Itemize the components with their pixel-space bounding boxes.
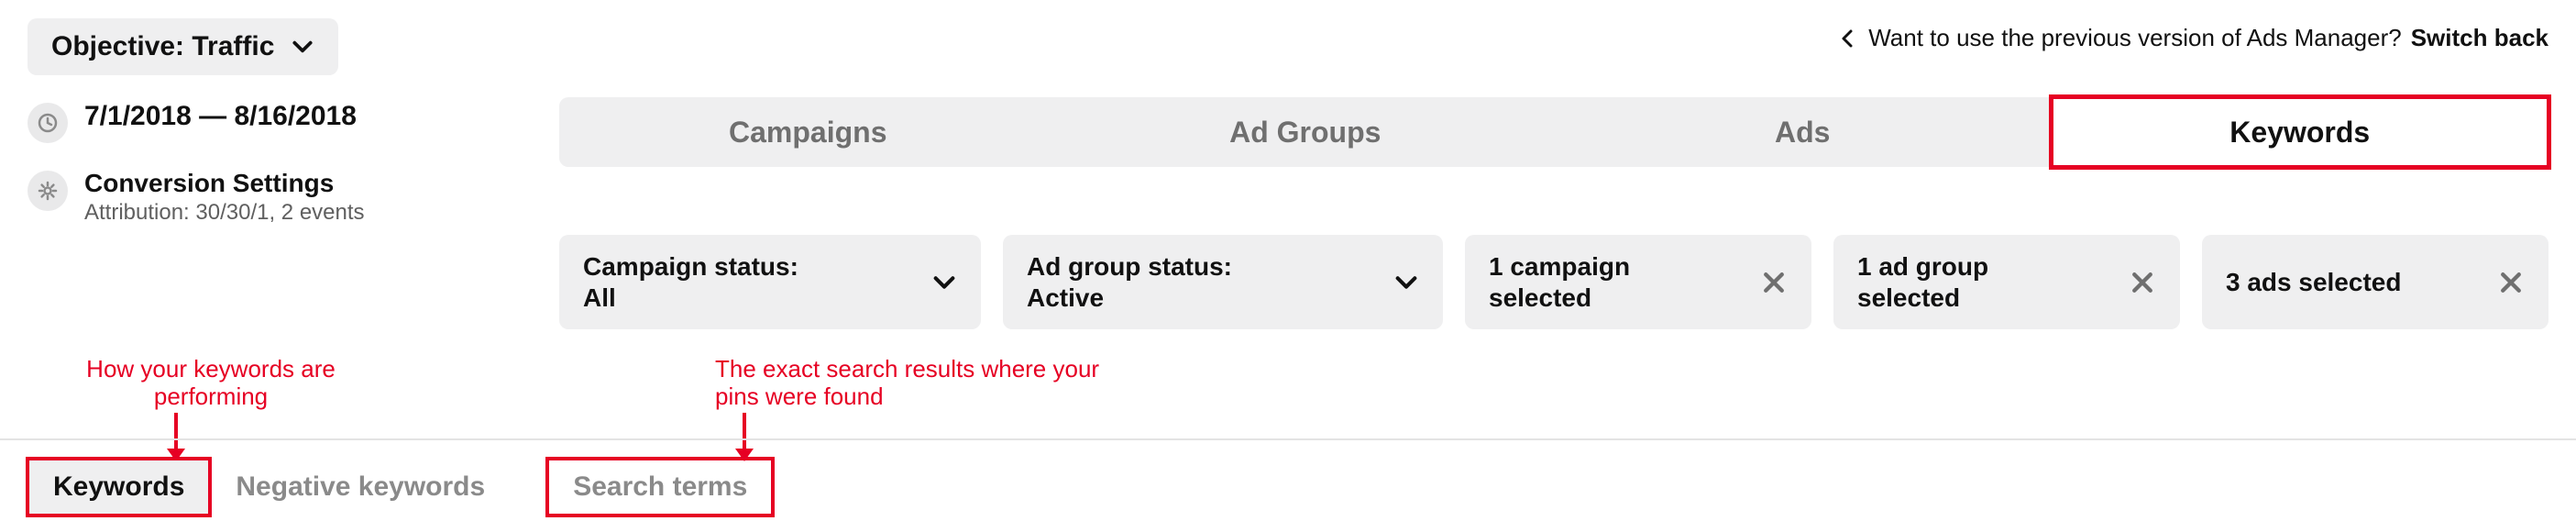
ad-group-status-label: Ad group status: [1027,251,1232,283]
main-tab-strip: Campaigns Ad Groups Ads Keywords [559,97,2548,167]
conversion-settings-title: Conversion Settings [84,169,365,198]
chevron-down-icon [931,270,957,295]
selected-ads-label: 3 ads selected [2226,268,2401,296]
clock-icon [28,103,68,143]
divider [0,438,2576,440]
selected-campaign-chip[interactable]: 1 campaign selected [1465,235,1811,329]
ad-group-status-filter[interactable]: Ad group status: Active [1003,235,1443,329]
switch-back-bar: Want to use the previous version of Ads … [1837,24,2548,52]
date-range: 7/1/2018 — 8/16/2018 [84,101,357,132]
selected-ads-chip[interactable]: 3 ads selected [2202,235,2548,329]
objective-label: Objective: Traffic [51,31,274,62]
selected-campaign-label: 1 campaign selected [1489,252,1630,312]
close-icon[interactable] [2497,269,2525,296]
annotation-arrow [174,413,178,460]
tab-ad-groups[interactable]: Ad Groups [1057,97,1555,167]
annotation-arrow [743,413,746,460]
selected-ad-group-label: 1 ad group selected [1857,252,1988,312]
sub-tab-strip: Keywords Negative keywords Search terms [28,459,773,515]
tab-ads[interactable]: Ads [1554,97,2052,167]
campaign-status-value: All [583,283,798,314]
gear-icon [28,171,68,211]
close-icon[interactable] [2129,269,2156,296]
campaign-status-filter[interactable]: Campaign status: All [559,235,981,329]
subtab-keywords[interactable]: Keywords [28,459,210,515]
campaign-status-label: Campaign status: [583,251,798,283]
tab-campaigns[interactable]: Campaigns [559,97,1057,167]
ad-group-status-value: Active [1027,283,1232,314]
switch-back-question: Want to use the previous version of Ads … [1868,24,2401,52]
chevron-down-icon [291,35,314,59]
close-icon[interactable] [1760,269,1788,296]
chevron-left-icon[interactable] [1837,28,1859,50]
date-range-row[interactable]: 7/1/2018 — 8/16/2018 [28,101,523,143]
tab-keywords[interactable]: Keywords [2052,97,2549,167]
annotation-keywords-perf: How your keywords are performing [37,356,385,411]
chevron-down-icon [1393,270,1419,295]
annotation-search-terms: The exact search results where your pins… [715,356,1146,411]
subtab-search-terms[interactable]: Search terms [547,459,773,515]
conversion-settings-sub: Attribution: 30/30/1, 2 events [84,200,365,226]
objective-selector[interactable]: Objective: Traffic [28,18,338,75]
conversion-settings-row[interactable]: Conversion Settings Attribution: 30/30/1… [28,169,523,226]
filter-row: Campaign status: All Ad group status: Ac… [559,235,2548,329]
subtab-negative-keywords[interactable]: Negative keywords [210,459,511,515]
selected-ad-group-chip[interactable]: 1 ad group selected [1833,235,2180,329]
switch-back-link[interactable]: Switch back [2411,24,2548,52]
